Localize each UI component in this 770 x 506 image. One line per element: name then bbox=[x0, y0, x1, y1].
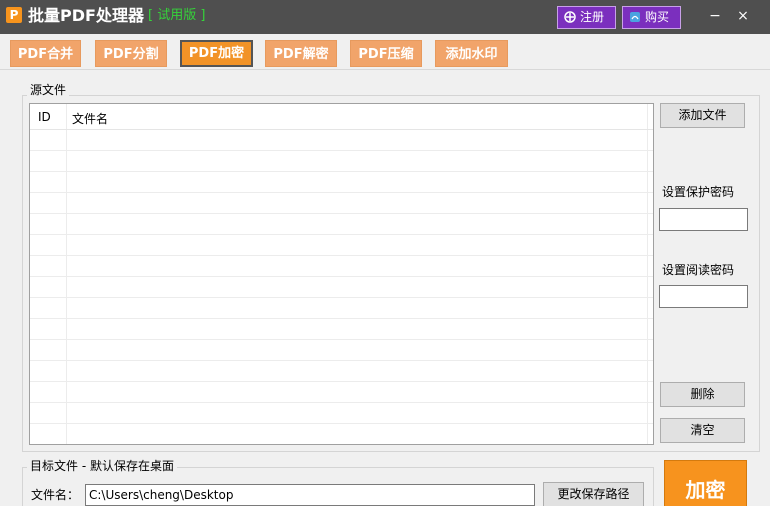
register-button[interactable]: 注册 bbox=[557, 6, 616, 29]
table-row bbox=[30, 340, 653, 361]
column-header-id[interactable]: ID bbox=[38, 110, 51, 124]
tab-pdf-decrypt[interactable]: PDF解密 bbox=[265, 40, 337, 67]
plus-compass-icon bbox=[564, 11, 576, 23]
cart-icon bbox=[630, 12, 640, 22]
table-row bbox=[30, 277, 653, 298]
tab-add-watermark[interactable]: 添加水印 bbox=[435, 40, 508, 67]
table-row bbox=[30, 424, 653, 444]
tab-pdf-merge[interactable]: PDF合并 bbox=[10, 40, 81, 67]
clear-button[interactable]: 清空 bbox=[660, 418, 745, 443]
read-password-label: 设置阅读密码 bbox=[662, 263, 735, 277]
table-row bbox=[30, 151, 653, 172]
app-logo-icon: P bbox=[6, 7, 22, 23]
tab-strip: PDF合并 PDF分割 PDF加密 PDF解密 PDF压缩 添加水印 bbox=[0, 34, 770, 70]
target-group-title: 目标文件 - 默认保存在桌面 bbox=[27, 459, 177, 473]
add-file-button[interactable]: 添加文件 bbox=[660, 103, 745, 128]
delete-button[interactable]: 删除 bbox=[660, 382, 745, 407]
read-password-input[interactable] bbox=[659, 285, 748, 308]
buy-button[interactable]: 购买 bbox=[622, 6, 681, 29]
table-row bbox=[30, 403, 653, 424]
trial-badge: [ 试用版 ] bbox=[148, 8, 206, 23]
table-row bbox=[30, 193, 653, 214]
filename-label: 文件名： bbox=[31, 488, 80, 502]
table-row bbox=[30, 130, 653, 151]
tab-pdf-compress[interactable]: PDF压缩 bbox=[350, 40, 422, 67]
file-list[interactable]: ID 文件名 bbox=[29, 103, 654, 445]
table-row bbox=[30, 382, 653, 403]
table-row bbox=[30, 256, 653, 277]
table-row bbox=[30, 298, 653, 319]
change-save-path-button[interactable]: 更改保存路径 bbox=[543, 482, 644, 506]
minimize-button[interactable]: − bbox=[703, 6, 727, 26]
buy-button-label: 购买 bbox=[645, 10, 670, 24]
table-row bbox=[30, 319, 653, 340]
protect-password-input[interactable] bbox=[659, 208, 748, 231]
protect-password-label: 设置保护密码 bbox=[662, 185, 735, 199]
app-title: 批量PDF处理器 bbox=[28, 6, 144, 25]
table-row bbox=[30, 235, 653, 256]
tab-pdf-encrypt[interactable]: PDF加密 bbox=[180, 40, 253, 67]
list-header: ID 文件名 bbox=[30, 104, 653, 130]
encrypt-button[interactable]: 加密 bbox=[664, 460, 747, 506]
table-row bbox=[30, 214, 653, 235]
title-bar: P 批量PDF处理器 [ 试用版 ] 注册 购买 − × bbox=[0, 0, 770, 34]
close-button[interactable]: × bbox=[731, 6, 755, 26]
source-group-title: 源文件 bbox=[27, 83, 70, 97]
column-header-filename[interactable]: 文件名 bbox=[72, 110, 108, 127]
tab-pdf-split[interactable]: PDF分割 bbox=[95, 40, 167, 67]
table-row bbox=[30, 172, 653, 193]
register-button-label: 注册 bbox=[580, 10, 605, 24]
save-path-input[interactable] bbox=[85, 484, 535, 506]
table-row bbox=[30, 361, 653, 382]
